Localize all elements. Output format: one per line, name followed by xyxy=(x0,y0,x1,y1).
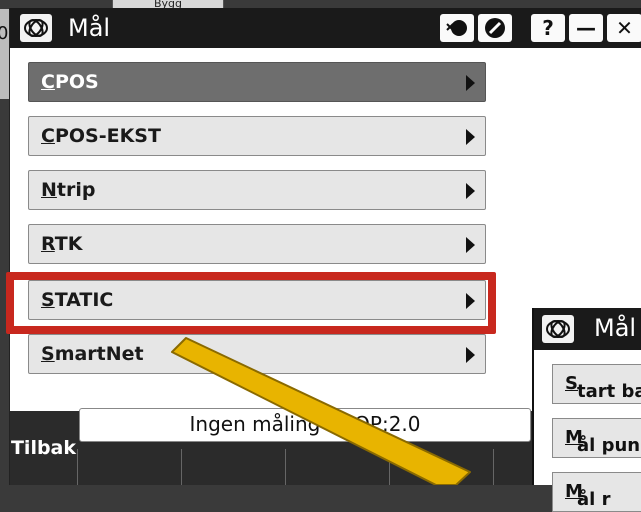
softkey-3[interactable] xyxy=(285,449,390,485)
menu-item-label-accel: N xyxy=(41,179,57,201)
button-label: tart ba xyxy=(577,381,641,402)
menu-item-label: trip xyxy=(56,179,96,201)
chevron-right-icon xyxy=(466,237,475,253)
button-label: ål r xyxy=(577,489,611,510)
secondary-window-title: Mål xyxy=(594,314,637,342)
softkey-1[interactable] xyxy=(77,449,182,485)
back-button[interactable]: Tilbak xyxy=(10,411,77,485)
menu-item-cpos[interactable]: CPOS xyxy=(28,62,486,102)
menu-item-rtk[interactable]: RTK xyxy=(28,224,486,264)
measure-point-button[interactable]: Mål pun xyxy=(552,418,641,458)
softkey-4[interactable] xyxy=(389,449,494,485)
chevron-right-icon xyxy=(466,347,475,363)
menu-item-label: martNet xyxy=(54,343,144,365)
menu-item-label: POS xyxy=(54,71,99,93)
menu-item-label-accel: C xyxy=(41,71,55,93)
window-title: Mål xyxy=(68,14,111,42)
status-bar: Ingen måling PDOP:2.0 xyxy=(79,408,531,442)
measure-third-button[interactable]: Mål r xyxy=(552,472,641,512)
secondary-title-bar: Mål xyxy=(534,308,641,350)
background-window-edge: 0 xyxy=(0,9,9,99)
button-label: ål pun xyxy=(577,435,641,456)
menu-item-ntrip[interactable]: Ntrip xyxy=(28,170,486,210)
menu-item-smartnet[interactable]: SmartNet xyxy=(28,334,486,374)
close-icon[interactable]: ✕ xyxy=(607,14,641,42)
minimize-icon[interactable]: — xyxy=(569,14,603,42)
trimble-globe-icon[interactable] xyxy=(20,14,52,42)
menu-item-cpos-ekst[interactable]: CPOS-EKST xyxy=(28,116,486,156)
background-edge-text: 0 xyxy=(0,23,9,44)
chevron-right-icon xyxy=(466,75,475,91)
menu-item-label: TK xyxy=(54,233,83,255)
no-entry-icon[interactable] xyxy=(478,14,512,42)
chevron-right-icon xyxy=(466,183,475,199)
menu-item-label: POS-EKST xyxy=(54,125,161,147)
help-icon[interactable]: ? xyxy=(531,14,565,42)
trimble-globe-icon[interactable] xyxy=(542,315,574,343)
start-base-button[interactable]: Start ba xyxy=(552,364,641,404)
title-bar: Mål ? — ✕ xyxy=(10,8,641,48)
menu-item-label-accel: S xyxy=(41,343,55,365)
softkey-5[interactable] xyxy=(493,449,534,485)
softkey-2[interactable] xyxy=(181,449,286,485)
highlight-frame xyxy=(6,272,496,334)
chevron-right-icon xyxy=(466,129,475,145)
menu-item-label-accel: R xyxy=(41,233,55,255)
measure-window-secondary: Mål Start ba Mål pun Mål r xyxy=(532,308,641,512)
satellite-icon[interactable] xyxy=(440,14,474,42)
menu-item-label-accel: C xyxy=(41,125,55,147)
